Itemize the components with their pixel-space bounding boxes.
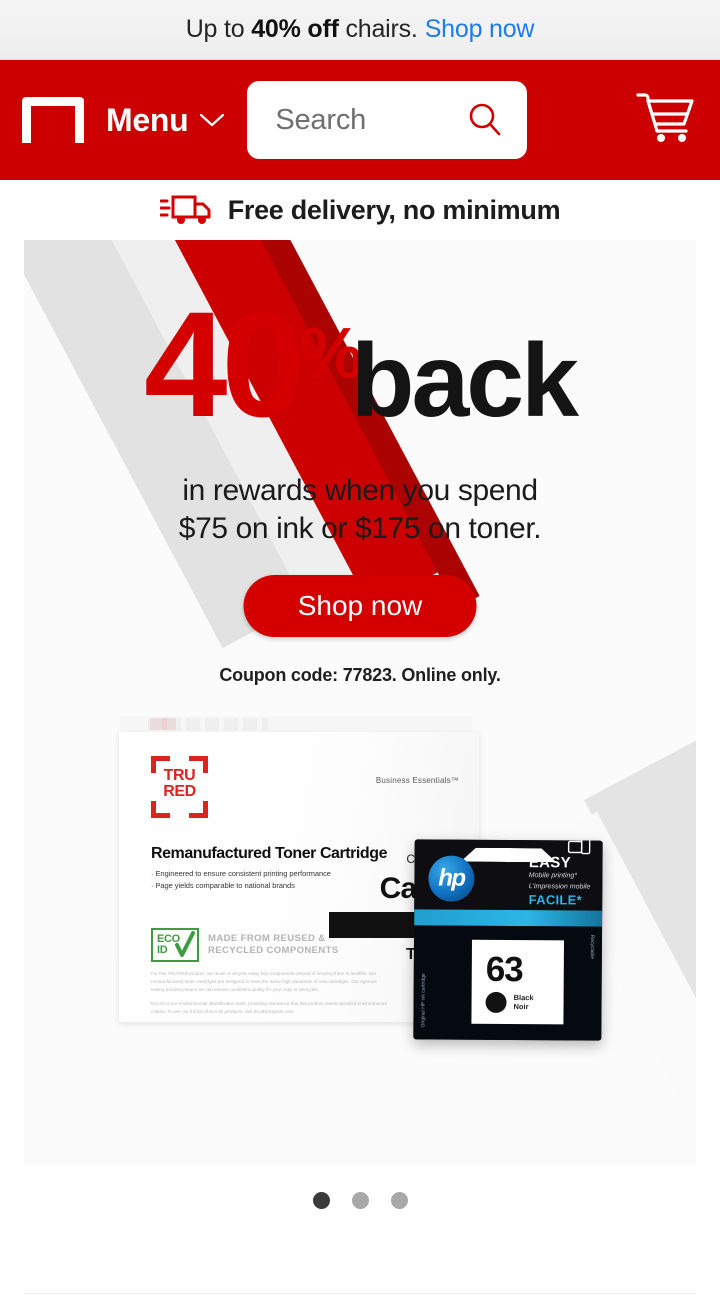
carousel-dot-3[interactable] bbox=[390, 1191, 408, 1209]
delivery-text: Free delivery, no minimum bbox=[227, 194, 561, 225]
hp-facile-label: FACILE* bbox=[528, 892, 583, 908]
delivery-truck-icon bbox=[159, 195, 211, 224]
page-bottom-spacer bbox=[0, 1293, 720, 1300]
logo-right-bar bbox=[75, 103, 84, 143]
hp-sub-fr: L'impression mobile bbox=[528, 882, 591, 891]
hp-sub-en: Mobile printing* bbox=[528, 872, 578, 880]
fineprint-2: Eco ID is our environmental identificati… bbox=[151, 1001, 387, 1015]
hp-cartridge-number: 63 bbox=[485, 949, 523, 989]
tru-red-line-1: TRU bbox=[163, 767, 196, 784]
hero-slide[interactable]: 40%back in rewards when you spend $75 on… bbox=[24, 240, 696, 1165]
hp-color-row: Black Noir bbox=[485, 991, 563, 1013]
site-header: Menu Search bbox=[0, 60, 720, 180]
search-icon[interactable] bbox=[465, 100, 505, 140]
carousel-dot-1[interactable] bbox=[312, 1191, 330, 1209]
menu-label: Menu bbox=[106, 101, 189, 138]
menu-button[interactable]: Menu bbox=[106, 102, 225, 139]
section-divider bbox=[24, 1293, 696, 1294]
logo-bracket-bl bbox=[151, 801, 170, 818]
eco-id-badge-group: ECO ID MADE FROM REUSED & RECYCLED COMPO… bbox=[151, 928, 339, 962]
tru-red-logo: TRU RED bbox=[151, 756, 208, 818]
logo-left-bar bbox=[22, 103, 31, 143]
toner-bullet-1: · Engineered to ensure consistent printi… bbox=[151, 869, 331, 878]
cart-button[interactable] bbox=[608, 90, 698, 151]
hero-subline: in rewards when you spend $75 on ink or … bbox=[24, 472, 696, 548]
hero-coupon-text: Coupon code: 77823. Online only. bbox=[219, 665, 501, 685]
checkmark-icon bbox=[175, 931, 195, 957]
carousel-dot-2[interactable] bbox=[351, 1191, 369, 1209]
staples-logo[interactable] bbox=[22, 97, 84, 143]
top-promo-banner[interactable]: Up to 40% off chairs. Shop now bbox=[0, 0, 720, 60]
hp-cartridge-body: Original HP ink cartridge Recyclable 63 … bbox=[413, 925, 603, 1041]
hp-logo: hp bbox=[428, 855, 475, 902]
hero-carousel[interactable]: 40%back in rewards when you spend $75 on… bbox=[0, 240, 720, 1165]
eco-id-text: MADE FROM REUSED & RECYCLED COMPONENTS bbox=[208, 933, 339, 958]
eco-text-2: RECYCLED COMPONENTS bbox=[208, 945, 339, 956]
hp-cyan-stripe bbox=[414, 909, 603, 927]
eco-id-badge: ECO ID bbox=[151, 928, 199, 962]
promo-discount: 40% off bbox=[251, 15, 339, 43]
tru-red-line-2: RED bbox=[163, 783, 196, 801]
hp-easy-block: EASY Mobile printing* L'impression mobil… bbox=[529, 854, 591, 907]
carousel-indicators[interactable] bbox=[0, 1165, 720, 1235]
hp-ink-cartridge: hp EASY Mobile printing* L'impression mo… bbox=[413, 839, 603, 1041]
hp-color-fr: Noir bbox=[513, 1002, 529, 1012]
toner-lid-text bbox=[148, 718, 268, 730]
free-delivery-banner: Free delivery, no minimum bbox=[0, 180, 720, 240]
hero-subline-1: in rewards when you spend bbox=[182, 474, 538, 507]
eco-text-1: MADE FROM REUSED & bbox=[208, 932, 326, 944]
promo-prefix: Up to bbox=[185, 15, 252, 43]
hp-black-dot bbox=[485, 991, 507, 1013]
hero-headline: 40%back bbox=[24, 289, 696, 439]
promo-shop-now-link[interactable]: Shop now bbox=[425, 15, 535, 44]
business-essentials-mark: Business Essentials™ bbox=[375, 776, 459, 785]
hp-label: 63 Black Noir bbox=[471, 939, 564, 1025]
promo-suffix: chairs. bbox=[338, 15, 418, 43]
search-box[interactable]: Search bbox=[247, 81, 528, 159]
toner-fineprint: For this TRU RED product, we reuse or re… bbox=[151, 970, 391, 1016]
hero-headline-word: back bbox=[350, 323, 579, 439]
hp-side-text-right: Recyclable bbox=[588, 934, 596, 960]
toner-title: Remanufactured Toner Cartridge bbox=[151, 845, 388, 862]
hp-cartridge-top: hp EASY Mobile printing* L'impression mo… bbox=[414, 839, 603, 913]
hero-headline-number: 40 bbox=[144, 280, 305, 448]
hp-side-text-left: Original HP ink cartridge bbox=[420, 973, 427, 1028]
toner-bullet-2: · Page yields comparable to national bra… bbox=[151, 880, 295, 890]
logo-bracket-br bbox=[189, 801, 208, 818]
cart-icon bbox=[636, 92, 694, 142]
search-input[interactable]: Search bbox=[275, 104, 465, 137]
hero-shop-now-button[interactable]: Shop now bbox=[243, 575, 477, 637]
chevron-down-icon bbox=[200, 113, 225, 127]
toner-bullets: · Engineered to ensure consistent printi… bbox=[151, 868, 331, 892]
hp-color-en: Black bbox=[513, 992, 534, 1002]
hero-subline-2: $75 on ink or $175 on toner. bbox=[178, 511, 542, 545]
mobile-print-icon bbox=[567, 839, 591, 855]
fineprint-1: For this TRU RED product, we reuse or re… bbox=[151, 971, 377, 993]
